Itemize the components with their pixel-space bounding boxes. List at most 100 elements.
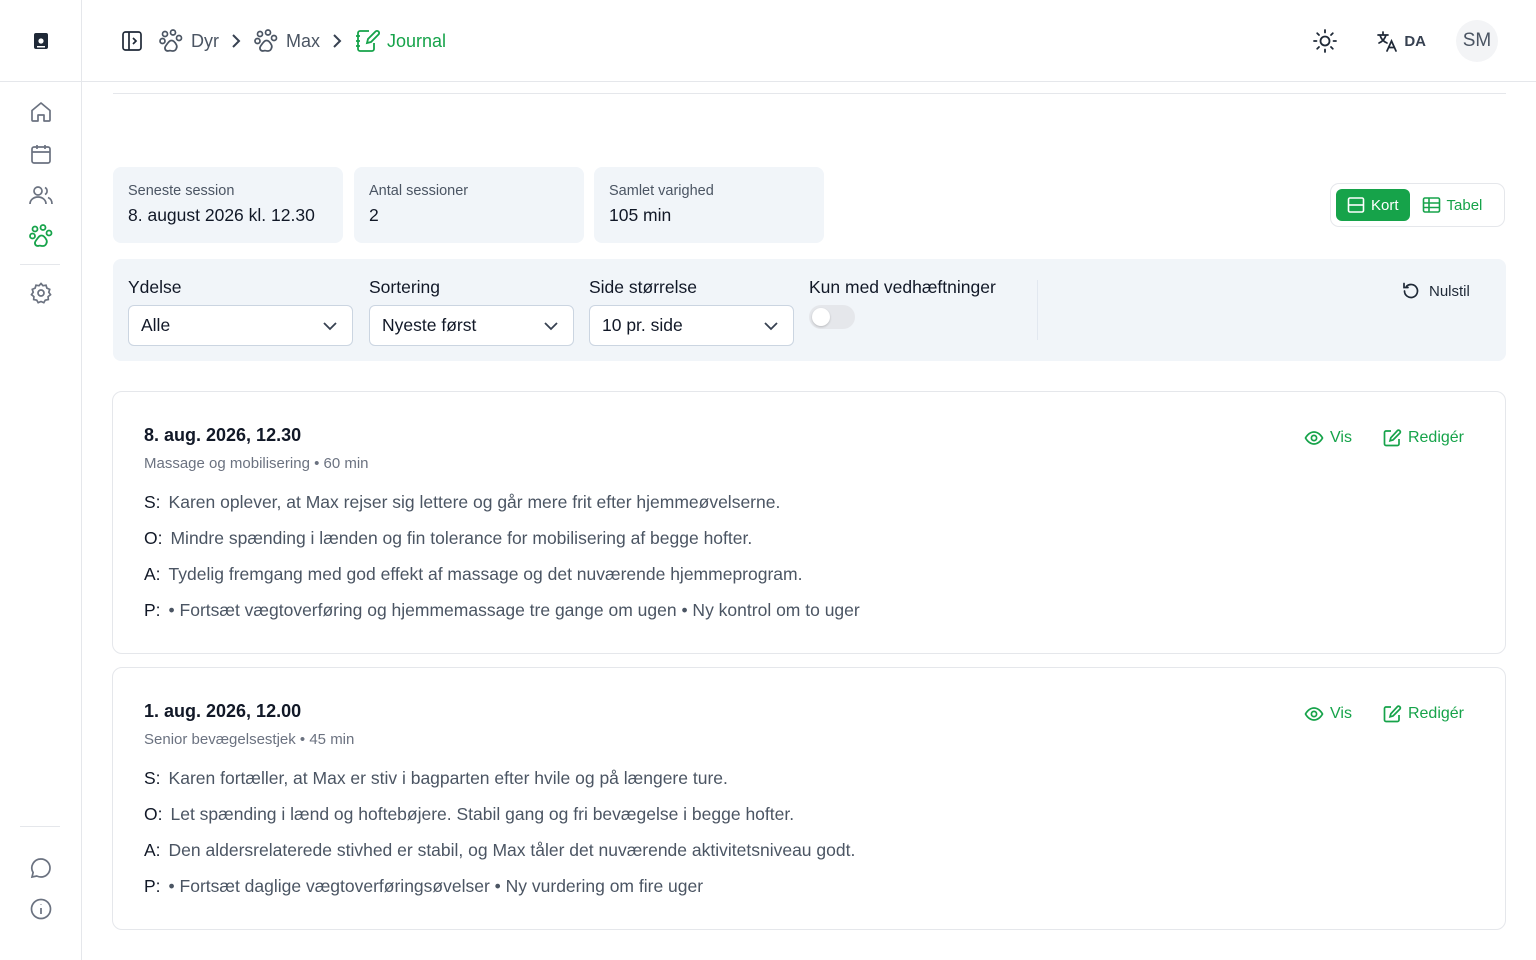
paw-icon xyxy=(159,29,183,52)
reset-icon xyxy=(1403,282,1419,299)
edit-icon xyxy=(1383,429,1402,447)
nav-home-icon[interactable] xyxy=(27,98,55,126)
breadcrumb-label: Dyr xyxy=(191,30,219,51)
breadcrumb-item-dyr[interactable]: Dyr xyxy=(158,28,219,54)
view-entry-button[interactable]: Vis xyxy=(1304,704,1352,724)
soap-key: P: xyxy=(144,876,161,896)
edit-entry-button[interactable]: Redigér xyxy=(1382,704,1464,724)
soap-line-s: S: Karen fortæller, at Max er stiv i bagp… xyxy=(144,768,728,789)
soap-text: • Fortsæt daglige vægtoverføringsøvelser… xyxy=(168,876,704,896)
sidebar-divider xyxy=(20,264,60,265)
top-header: Dyr Max Journal DA SM xyxy=(82,0,1536,82)
stat-label: Antal sessioner xyxy=(369,183,469,199)
card-view-icon xyxy=(1347,197,1365,213)
soap-text: Den aldersrelaterede stivhed er stabil, … xyxy=(168,840,856,860)
soap-line-o: O: Mindre spænding i lænden og fin tolera… xyxy=(144,528,752,549)
soap-line-p: P: • Fortsæt daglige vægtoverføringsøvels… xyxy=(144,876,703,897)
sort-value: Nyeste først xyxy=(382,315,477,335)
table-view-icon xyxy=(1422,197,1440,213)
breadcrumb: Dyr Max Journal xyxy=(120,26,446,56)
service-filter-value: Alle xyxy=(141,315,171,335)
sidebar xyxy=(0,0,82,960)
header-actions: DA SM xyxy=(1304,20,1498,62)
breadcrumb-item-max[interactable]: Max xyxy=(253,28,320,54)
breadcrumb-label: Max xyxy=(286,30,321,51)
sidebar-divider-bottom xyxy=(20,826,60,827)
reset-filters-button[interactable]: Nulstil xyxy=(1401,281,1470,301)
soap-key: O: xyxy=(144,528,163,548)
soap-key: S: xyxy=(144,492,161,512)
soap-key: A: xyxy=(144,840,161,860)
view-table-button[interactable]: Tabel xyxy=(1414,189,1491,221)
entry-actions: Vis Redigér xyxy=(1304,704,1464,724)
theme-sun-icon[interactable] xyxy=(1304,20,1346,62)
soap-text: Karen fortæller, at Max er stiv i bagpar… xyxy=(168,768,728,788)
filter-divider xyxy=(1037,280,1038,340)
journal-entry-card: 1. aug. 2026, 12.00 Senior bevægelsestje… xyxy=(112,667,1506,930)
eye-icon xyxy=(1304,707,1324,721)
stat-total-duration: Samlet varighed 105 min xyxy=(594,167,824,243)
reset-label: Nulstil xyxy=(1429,282,1470,300)
nav-settings-gear-icon[interactable] xyxy=(27,279,55,307)
nav-calendar-icon[interactable] xyxy=(27,140,55,168)
edit-label: Redigér xyxy=(1407,429,1464,446)
toggle-knob xyxy=(812,308,830,326)
stat-session-count: Antal sessioner 2 xyxy=(354,167,584,243)
stat-label: Samlet varighed xyxy=(609,183,714,199)
stat-value: 105 min xyxy=(609,205,672,225)
service-filter-label: Ydelse xyxy=(128,277,182,297)
stat-label: Seneste session xyxy=(128,183,235,199)
eye-icon xyxy=(1304,431,1324,445)
entry-subtitle: Massage og mobilisering • 60 min xyxy=(144,455,369,472)
soap-key: O: xyxy=(144,804,163,824)
chevron-right-icon xyxy=(219,33,253,49)
sidebar-toggle-icon[interactable] xyxy=(120,29,144,53)
chevron-down-icon xyxy=(764,322,778,331)
edit-icon xyxy=(1383,705,1402,723)
entry-date: 8. aug. 2026, 12.30 xyxy=(144,425,302,445)
attachments-filter-label: Kun med vedhæftninger xyxy=(809,277,996,297)
stat-value: 2 xyxy=(369,205,379,225)
paw-icon xyxy=(254,29,278,52)
soap-text: Let spænding i lænd og hoftebøjere. Stab… xyxy=(170,804,795,824)
app-logo[interactable] xyxy=(0,0,81,82)
view-cards-label: Kort xyxy=(1371,196,1399,214)
page-size-value: 10 pr. side xyxy=(602,315,683,335)
soap-line-a: A: Tydelig fremgang med god effekt af mas… xyxy=(144,564,802,585)
soap-key: A: xyxy=(144,564,161,584)
page-size-select[interactable]: 10 pr. side xyxy=(589,305,794,346)
translate-icon xyxy=(1377,31,1398,52)
edit-entry-button[interactable]: Redigér xyxy=(1382,428,1464,448)
soap-text: Mindre spænding i lænden og fin toleranc… xyxy=(170,528,753,548)
filter-bar: Ydelse Alle Sortering Nyeste først Side … xyxy=(113,259,1506,361)
soap-line-a: A: Den aldersrelaterede stivhed er stabil… xyxy=(144,840,855,861)
app-logo-icon xyxy=(33,32,48,49)
chat-icon[interactable] xyxy=(27,854,55,882)
view-table-label: Tabel xyxy=(1446,196,1483,214)
soap-key: S: xyxy=(144,768,161,788)
soap-text: • Fortsæt vægtoverføring og hjemmemassag… xyxy=(168,600,860,620)
view-label: Vis xyxy=(1330,705,1352,722)
view-entry-button[interactable]: Vis xyxy=(1304,428,1352,448)
journal-entry-card: 8. aug. 2026, 12.30 Massage og mobiliser… xyxy=(112,391,1506,654)
chevron-down-icon xyxy=(544,322,558,331)
section-divider xyxy=(113,93,1506,94)
attachments-only-toggle[interactable] xyxy=(809,305,855,329)
nav-animals-paw-icon[interactable] xyxy=(27,222,55,250)
soap-line-s: S: Karen oplever, at Max rejser sig lette… xyxy=(144,492,780,513)
soap-line-o: O: Let spænding i lænd og hoftebøjere. St… xyxy=(144,804,794,825)
view-cards-button[interactable]: Kort xyxy=(1336,189,1410,221)
soap-text: Tydelig fremgang med god effekt af massa… xyxy=(168,564,803,584)
chevron-down-icon xyxy=(323,322,337,331)
sort-select[interactable]: Nyeste først xyxy=(369,305,574,346)
service-filter-select[interactable]: Alle xyxy=(128,305,353,346)
stat-latest-session: Seneste session 8. august 2026 kl. 12.30 xyxy=(113,167,343,243)
language-switcher[interactable]: DA xyxy=(1376,30,1426,52)
user-avatar[interactable]: SM xyxy=(1456,20,1498,62)
entry-date: 1. aug. 2026, 12.00 xyxy=(144,701,302,721)
nav-clients-icon[interactable] xyxy=(27,181,55,209)
soap-line-p: P: • Fortsæt vægtoverføring og hjemmemass… xyxy=(144,600,860,621)
breadcrumb-item-journal[interactable]: Journal xyxy=(354,28,446,54)
entry-subtitle: Senior bevægelsestjek • 45 min xyxy=(144,731,355,748)
info-icon[interactable] xyxy=(27,895,55,923)
